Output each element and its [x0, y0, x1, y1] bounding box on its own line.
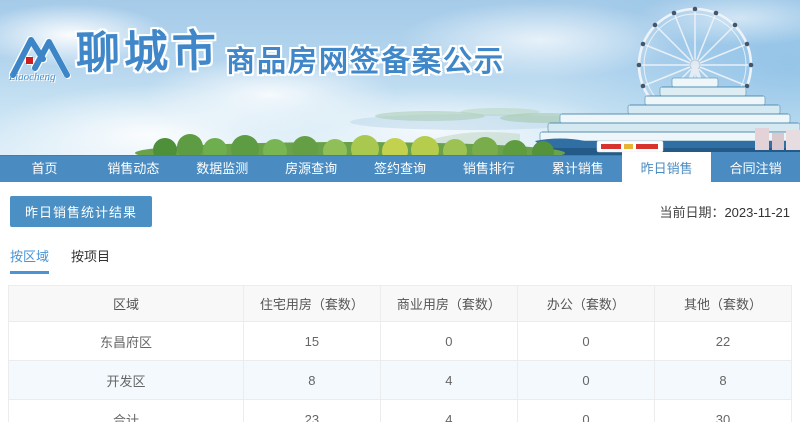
main-nav: 首页 销售动态 数据监测 房源查询 签约查询 销售排行 累计销售 昨日销售 合同… — [0, 152, 800, 182]
nav-item-total-sales[interactable]: 累计销售 — [533, 156, 622, 182]
col-header-commercial: 商业用房（套数） — [379, 285, 518, 322]
cell-region: 东昌府区 — [8, 321, 244, 361]
site-banner: Liaocheng 聊城市 商品房网签备案公示 — [0, 0, 800, 155]
site-title: 商品房网签备案公示 — [226, 46, 506, 78]
site-logo: Liaocheng 聊城市 商品房网签备案公示 — [8, 26, 506, 82]
nav-item-sales-dynamics[interactable]: 销售动态 — [89, 156, 178, 182]
cell-value: 8 — [653, 360, 793, 400]
cell-value: 30 — [653, 399, 793, 422]
col-header-office: 办公（套数） — [516, 285, 655, 322]
cell-value: 8 — [242, 360, 381, 400]
col-header-other: 其他（套数） — [653, 285, 793, 322]
cell-region: 开发区 — [8, 360, 244, 400]
cell-value: 23 — [242, 399, 381, 422]
tab-by-project[interactable]: 按项目 — [71, 246, 110, 274]
nav-item-contract-search[interactable]: 签约查询 — [356, 156, 445, 182]
view-tabs: 按区域 按项目 — [0, 246, 800, 274]
table-header-row: 区域 住宅用房（套数） 商业用房（套数） 办公（套数） 其他（套数） — [8, 285, 793, 322]
cell-value: 0 — [516, 360, 655, 400]
sales-table: 区域 住宅用房（套数） 商业用房（套数） 办公（套数） 其他（套数） 东昌府区 … — [8, 285, 793, 422]
liaocheng-m-logo-icon: Liaocheng — [8, 37, 70, 82]
cell-value: 4 — [379, 360, 518, 400]
table-row: 开发区 8 4 0 8 — [8, 360, 793, 400]
col-header-region: 区域 — [8, 285, 244, 322]
cell-value: 0 — [379, 321, 518, 361]
svg-text:Liaocheng: Liaocheng — [8, 71, 56, 82]
section-title-badge: 昨日销售统计结果 — [10, 196, 153, 227]
cell-region: 合计 — [8, 399, 244, 422]
nav-item-yesterday-sales[interactable]: 昨日销售 — [622, 152, 712, 182]
cell-value: 4 — [379, 399, 518, 422]
logo-city-name: 聊城市 — [75, 26, 221, 79]
page: Liaocheng 聊城市 商品房网签备案公示 首页 销售动态 数据监测 房源查… — [0, 0, 800, 422]
cell-value: 0 — [516, 399, 655, 422]
current-date: 当前日期：2023-11-21 — [659, 202, 790, 221]
main-content: 昨日销售统计结果 当前日期：2023-11-21 按区域 按项目 区域 住宅用房… — [0, 182, 800, 422]
table-row-total: 合计 23 4 0 30 — [8, 399, 793, 422]
nav-item-sales-ranking[interactable]: 销售排行 — [444, 156, 533, 182]
col-header-residential: 住宅用房（套数） — [242, 285, 381, 322]
nav-item-contract-cancellation[interactable]: 合同注销 — [711, 152, 800, 182]
current-date-value: 2023-11-21 — [724, 205, 790, 220]
tab-by-region[interactable]: 按区域 — [10, 246, 50, 274]
current-date-label: 当前日期： — [659, 205, 725, 220]
cell-value: 15 — [242, 321, 381, 361]
cell-value: 0 — [516, 321, 655, 361]
table-row: 东昌府区 15 0 0 22 — [8, 321, 793, 361]
nav-item-home[interactable]: 首页 — [0, 156, 89, 182]
nav-item-data-monitor[interactable]: 数据监测 — [178, 156, 267, 182]
section-header: 昨日销售统计结果 当前日期：2023-11-21 — [0, 182, 800, 227]
cell-value: 22 — [653, 321, 793, 361]
nav-item-listing-search[interactable]: 房源查询 — [267, 156, 356, 182]
